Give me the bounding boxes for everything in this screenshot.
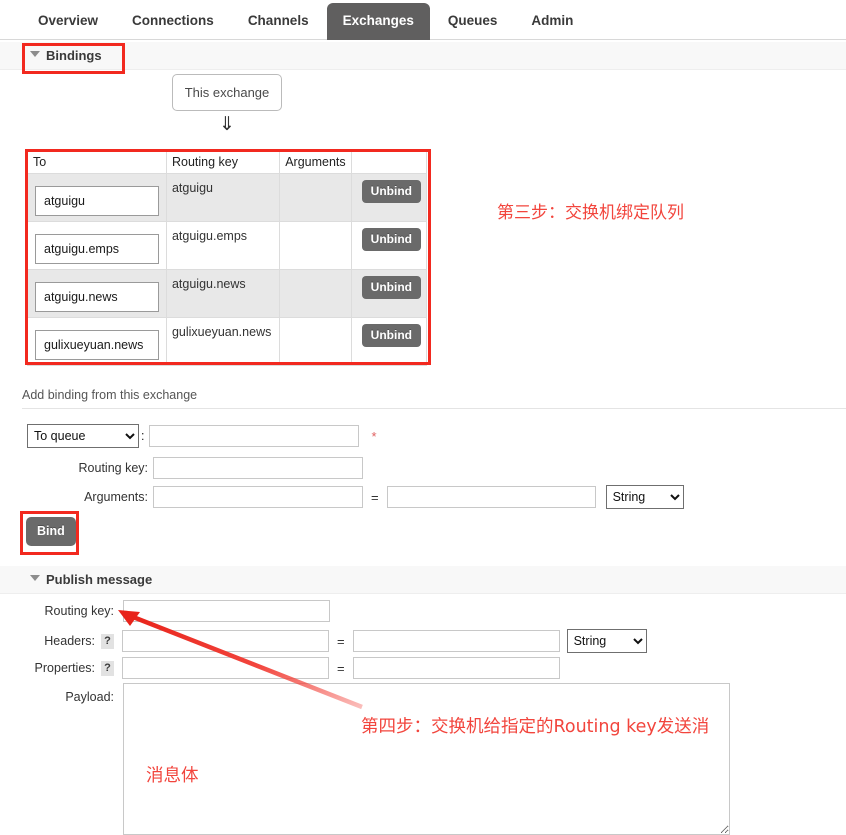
cell-to: atguigu.news — [27, 269, 167, 318]
annotation-step-3: 第三步：交换机绑定队列 — [497, 203, 684, 223]
cell-action: Unbind — [350, 221, 428, 270]
queue-link[interactable]: gulixueyuan.news — [35, 330, 159, 360]
unbind-button[interactable]: Unbind — [361, 276, 421, 299]
table-row: atguigu atguigu Unbind — [27, 173, 428, 222]
tab-channels[interactable]: Channels — [232, 3, 325, 40]
add-binding-heading: Add binding from this exchange — [22, 388, 198, 402]
column-header-to: To — [27, 152, 167, 174]
cell-routing-key: gulixueyuan.news — [165, 317, 281, 366]
binding-arguments-type-select[interactable]: String — [605, 485, 684, 509]
publish-routing-key-row: Routing key: — [22, 600, 330, 622]
routing-key-value: atguigu.news — [171, 277, 246, 291]
bindings-section-header[interactable]: Bindings — [0, 42, 846, 70]
publish-headers-row: Headers: ? = String — [22, 629, 647, 653]
divider — [22, 408, 846, 409]
cell-routing-key: atguigu — [165, 173, 281, 222]
binding-routing-key-row: Routing key: — [27, 457, 363, 479]
column-header-routing-key: Routing key — [165, 152, 281, 174]
table-header-row: To Routing key Arguments — [27, 152, 428, 174]
binding-destination-select[interactable]: To queue — [27, 424, 139, 448]
tab-connections[interactable]: Connections — [116, 3, 230, 40]
binding-routing-key-input[interactable] — [153, 457, 363, 479]
unbind-button[interactable]: Unbind — [361, 180, 421, 203]
binding-arguments-value-input[interactable] — [386, 486, 596, 508]
cell-action: Unbind — [350, 269, 428, 318]
this-exchange-node[interactable]: This exchange — [172, 74, 282, 111]
column-header-arguments: Arguments — [279, 152, 352, 174]
cell-arguments — [279, 221, 352, 270]
queue-link[interactable]: atguigu.news — [35, 282, 159, 312]
collapse-triangle-icon — [30, 575, 40, 581]
table-row: atguigu.news atguigu.news Unbind — [27, 269, 428, 318]
bind-button-wrap: Bind — [26, 517, 76, 546]
cell-arguments — [279, 173, 352, 222]
table-row: atguigu.emps atguigu.emps Unbind — [27, 221, 428, 270]
binding-routing-key-label: Routing key: — [78, 461, 148, 475]
publish-properties-key-input[interactable] — [122, 657, 329, 679]
annotation-message-body: 消息体 — [146, 766, 199, 786]
cell-to: gulixueyuan.news — [27, 317, 167, 366]
cell-action: Unbind — [350, 317, 428, 366]
routing-key-value: gulixueyuan.news — [171, 325, 272, 339]
unbind-button[interactable]: Unbind — [361, 228, 421, 251]
tab-queues[interactable]: Queues — [432, 3, 514, 40]
publish-headers-key-input[interactable] — [122, 630, 329, 652]
binding-arguments-key-input[interactable] — [153, 486, 363, 508]
properties-equals-sign: = — [337, 660, 345, 676]
publish-section-title: Publish message — [46, 572, 153, 587]
bindings-table: To Routing key Arguments atguigu atguigu… — [27, 152, 428, 366]
collapse-triangle-icon — [30, 51, 40, 57]
column-header-actions — [350, 152, 428, 174]
cell-routing-key: atguigu.emps — [165, 221, 281, 270]
bind-button[interactable]: Bind — [26, 517, 76, 546]
cell-action: Unbind — [350, 173, 428, 222]
binding-arguments-label: Arguments: — [84, 490, 148, 504]
binding-destination-row: To queue : * — [27, 424, 377, 448]
binding-arguments-row: Arguments: = String — [27, 485, 684, 509]
tab-admin[interactable]: Admin — [515, 3, 589, 40]
tab-exchanges[interactable]: Exchanges — [326, 3, 430, 40]
binding-destination-input[interactable] — [149, 425, 360, 447]
arguments-equals-sign: = — [371, 489, 379, 505]
queue-link[interactable]: atguigu — [35, 186, 159, 216]
publish-headers-value-input[interactable] — [352, 630, 560, 652]
publish-headers-label: Headers: — [44, 634, 95, 648]
cell-routing-key: atguigu.news — [165, 269, 281, 318]
publish-section-header[interactable]: Publish message — [0, 566, 846, 594]
destination-colon: : — [141, 429, 145, 443]
cell-to: atguigu.emps — [27, 221, 167, 270]
publish-properties-row: Properties: ? = — [22, 657, 560, 679]
nav-tab-list: Overview Connections Channels Exchanges … — [0, 0, 846, 40]
flow-down-arrow-icon: ⇓ — [219, 114, 235, 135]
cell-arguments — [279, 317, 352, 366]
bindings-section-title: Bindings — [46, 48, 102, 63]
routing-key-value: atguigu.emps — [171, 229, 248, 243]
headers-help-icon[interactable]: ? — [101, 633, 114, 649]
routing-key-value: atguigu — [171, 181, 213, 195]
properties-help-icon[interactable]: ? — [101, 660, 114, 676]
tab-overview[interactable]: Overview — [22, 3, 114, 40]
payload-label: Payload: — [65, 690, 114, 704]
publish-routing-key-input[interactable] — [123, 600, 330, 622]
required-asterisk: * — [371, 428, 377, 444]
publish-properties-value-input[interactable] — [352, 657, 560, 679]
publish-properties-label: Properties: — [34, 661, 95, 675]
cell-arguments — [279, 269, 352, 318]
page-root: Overview Connections Channels Exchanges … — [0, 0, 846, 835]
annotation-step-4: 第四步：交换机给指定的Routing key发送消 — [361, 717, 710, 737]
queue-link[interactable]: atguigu.emps — [35, 234, 159, 264]
cell-to: atguigu — [27, 173, 167, 222]
payload-textarea[interactable] — [123, 683, 730, 835]
unbind-button[interactable]: Unbind — [361, 324, 421, 347]
publish-routing-key-label: Routing key: — [44, 604, 114, 618]
publish-headers-type-select[interactable]: String — [566, 629, 647, 653]
main-navigation: Overview Connections Channels Exchanges … — [0, 0, 846, 40]
table-row: gulixueyuan.news gulixueyuan.news Unbind — [27, 317, 428, 366]
headers-equals-sign: = — [337, 633, 345, 649]
